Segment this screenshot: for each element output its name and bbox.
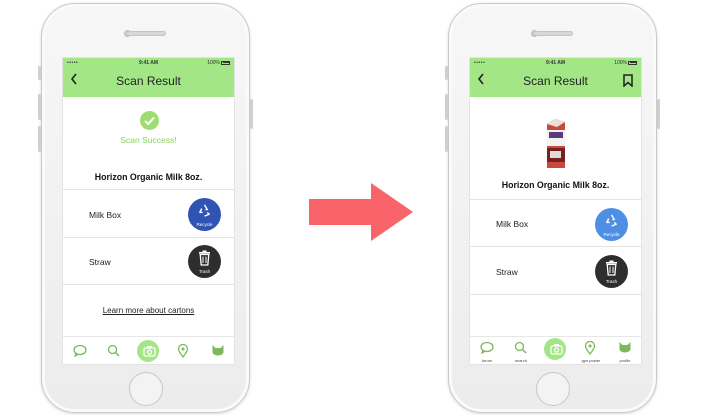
battery-percent: 100% (207, 60, 220, 66)
header-bar: ••••• 9:41 AM 100% Scan Result (470, 58, 641, 97)
mute-switch (445, 66, 448, 80)
forum-icon (480, 341, 494, 354)
trash-icon (606, 260, 617, 276)
home-button[interactable] (535, 372, 570, 406)
page-title: Scan Result (523, 74, 588, 88)
recycle-icon (199, 204, 210, 217)
trash-label: Trash (605, 279, 618, 284)
tab-forum[interactable] (63, 337, 97, 364)
phone-frame-left: ••••• 9:41 AM 100% Scan Result Scan Succ… (38, 3, 253, 413)
volume-down-button (445, 126, 448, 152)
divider (63, 237, 234, 238)
battery-indicator: 100% (207, 60, 230, 66)
divider (470, 294, 641, 295)
mute-switch (38, 66, 41, 80)
cat-profile-icon (619, 342, 631, 353)
battery-indicator: 100% (614, 60, 637, 66)
recycle-icon (606, 214, 617, 227)
earpiece (532, 31, 573, 36)
tab-profile[interactable] (201, 337, 234, 364)
milk-carton-image (547, 119, 565, 168)
tab-search[interactable] (97, 337, 131, 364)
tab-bar (63, 336, 234, 364)
recycle-button[interactable]: Recycle (188, 198, 221, 231)
volume-up-button (445, 94, 448, 120)
status-bar: ••••• 9:41 AM 100% (470, 58, 641, 68)
tab-gps[interactable]: gps poster (574, 337, 608, 364)
power-button (657, 99, 660, 129)
earpiece (125, 31, 166, 36)
scan-success-message: Scan Success! (120, 135, 177, 145)
battery-icon (628, 60, 637, 65)
item-label-straw: Straw (89, 257, 111, 267)
divider (470, 246, 641, 247)
product-name: Horizon Organic Milk 8oz. (501, 180, 610, 190)
divider (63, 189, 234, 190)
forum-icon (73, 344, 87, 357)
phone-frame-right: ••••• 9:41 AM 100% Scan Result Horizon O… (445, 3, 660, 413)
tab-search[interactable]: search (504, 337, 538, 364)
trash-button[interactable]: Trash (188, 245, 221, 278)
trash-label: Trash (198, 269, 211, 274)
recycle-label: Recycle (603, 232, 620, 237)
screen-scan-result: ••••• 9:41 AM 100% Scan Result Horizon O… (469, 57, 642, 365)
location-pin-icon (584, 341, 596, 355)
bookmark-icon (623, 74, 633, 88)
transition-arrow (309, 183, 413, 241)
volume-down-button (38, 126, 41, 152)
tab-forum[interactable]: forum (470, 337, 504, 364)
item-label-milk-box: Milk Box (89, 210, 122, 220)
bookmark-button[interactable] (623, 74, 633, 88)
nav-row: Scan Result (63, 70, 234, 97)
recycle-label: Recycle (196, 222, 213, 227)
divider (470, 199, 641, 200)
tab-bar: forum search gps poster profile (470, 336, 641, 364)
item-label-milk-box: Milk Box (496, 219, 529, 229)
search-icon (107, 344, 120, 357)
volume-up-button (38, 94, 41, 120)
checkmark-icon (140, 111, 159, 130)
recycle-button[interactable]: Recycle (595, 208, 628, 241)
cat-profile-icon (212, 345, 224, 356)
tab-label-profile: profile (619, 358, 631, 363)
search-icon (514, 341, 527, 354)
screen-scan-success: ••••• 9:41 AM 100% Scan Result Scan Succ… (62, 57, 235, 365)
battery-icon (221, 60, 230, 65)
tab-camera[interactable] (539, 337, 573, 364)
status-bar: ••••• 9:41 AM 100% (63, 58, 234, 68)
tab-gps[interactable] (167, 337, 201, 364)
camera-icon (549, 344, 563, 355)
tab-profile[interactable]: profile (608, 337, 641, 364)
divider (63, 284, 234, 285)
header-bar: ••••• 9:41 AM 100% Scan Result (63, 58, 234, 97)
product-name: Horizon Organic Milk 8oz. (94, 172, 203, 182)
tab-label-search: search (514, 358, 527, 363)
learn-more-link[interactable]: Learn more about cartons (63, 306, 234, 315)
location-pin-icon (177, 344, 189, 358)
nav-row: Scan Result (470, 70, 641, 97)
page-title: Scan Result (116, 74, 181, 88)
trash-button[interactable]: Trash (595, 255, 628, 288)
battery-percent: 100% (614, 60, 627, 66)
tab-label-forum: forum (481, 358, 493, 363)
home-button[interactable] (128, 372, 163, 406)
trash-icon (199, 250, 210, 266)
tab-label-gps: gps poster (581, 358, 601, 363)
power-button (250, 99, 253, 129)
camera-icon (142, 346, 156, 357)
item-label-straw: Straw (496, 267, 518, 277)
tab-camera[interactable] (132, 337, 166, 364)
